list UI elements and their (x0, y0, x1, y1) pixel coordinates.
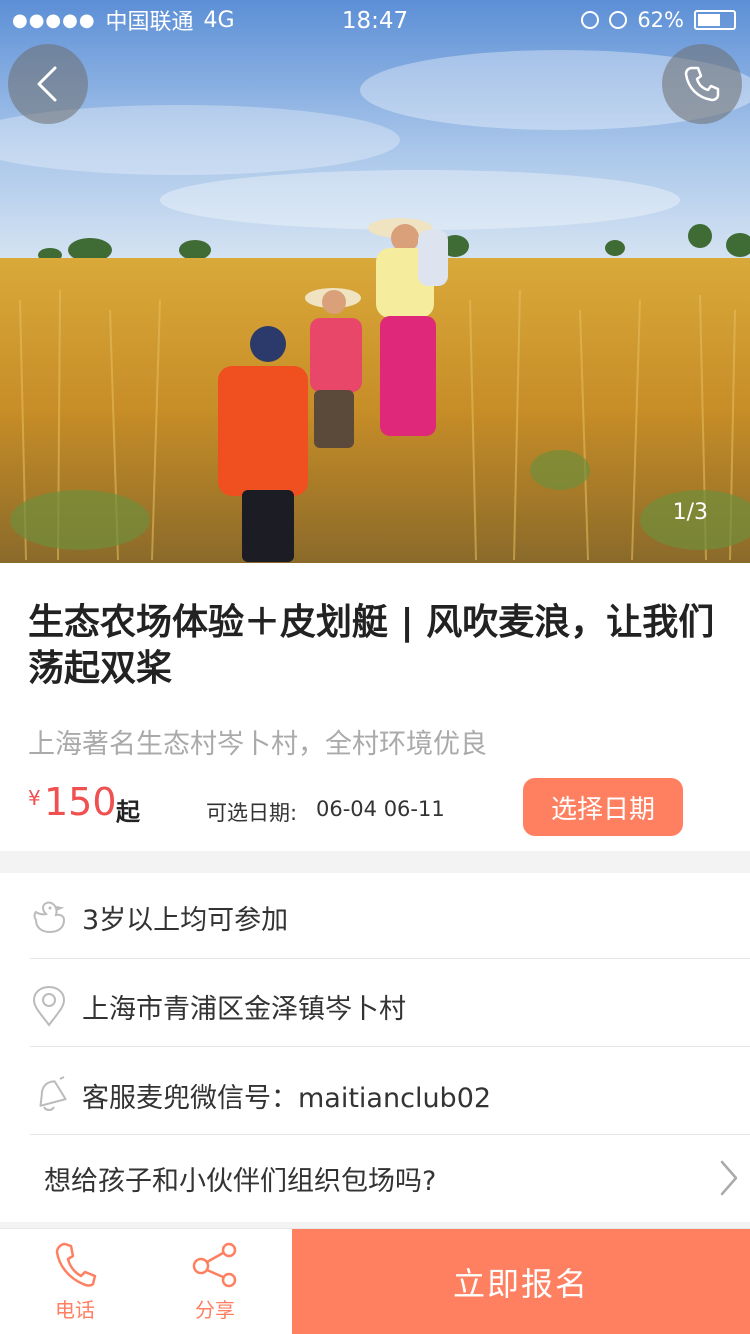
back-button[interactable] (8, 44, 88, 124)
available-dates-value: 06-04 06-11 (316, 797, 445, 821)
age-requirement-text: 3岁以上均可参加 (82, 904, 289, 936)
bottom-action-bar: 电话 分享 立即报名 (0, 1228, 750, 1334)
wheat-field-photo (0, 0, 750, 563)
share-tab-label: 分享 (195, 1297, 235, 1322)
network-type: 4G (203, 7, 235, 33)
share-icon (192, 1242, 237, 1287)
divider (30, 958, 750, 959)
divider (30, 1046, 750, 1047)
price-currency: ¥ (28, 786, 41, 810)
activity-subtitle: 上海著名生态村岑卜村，全村环境优良 (28, 729, 487, 760)
carrier-name: 中国联通 (105, 10, 194, 35)
call-button[interactable] (662, 44, 742, 124)
available-dates-label: 可选日期: (206, 801, 298, 825)
status-bar: ●●●●● 中国联通 4G 18:47 62% (0, 0, 750, 40)
signal-strength-icon: ●●●●● (12, 9, 96, 31)
phone-icon (684, 66, 720, 102)
address-row[interactable]: 上海市青浦区金泽镇岑卜村 (30, 962, 750, 1050)
phone-tab-label: 电话 (55, 1297, 95, 1322)
alarm-icon (609, 11, 628, 29)
carousel-page-counter: 1/3 (672, 500, 708, 525)
duck-icon (30, 898, 68, 936)
private-booking-row[interactable]: 想给孩子和小伙伴们组织包场吗? (44, 1134, 750, 1222)
activity-title: 生态农场体验＋皮划艇 | 风吹麦浪，让我们荡起双桨 (28, 602, 715, 689)
location-pin-icon (30, 985, 68, 1027)
age-requirement-row: 3岁以上均可参加 (30, 873, 750, 961)
register-now-button[interactable]: 立即报名 (292, 1229, 750, 1334)
battery-percent: 62% (637, 8, 684, 32)
bell-icon (30, 1076, 68, 1114)
share-tab[interactable]: 分享 (155, 1229, 275, 1334)
price-value: 150 (44, 780, 117, 824)
price-suffix: 起 (116, 798, 140, 826)
private-booking-text: 想给孩子和小伙伴们组织包场吗? (44, 1165, 437, 1197)
hero-image-carousel[interactable]: ●●●●● 中国联通 4G 18:47 62% 1/3 (0, 0, 750, 563)
customer-service-row[interactable]: 客服麦兜微信号：maitianclub02 (30, 1051, 750, 1139)
section-separator (0, 851, 750, 873)
orientation-lock-icon (581, 11, 600, 29)
phone-tab[interactable]: 电话 (15, 1229, 135, 1334)
phone-icon (55, 1242, 97, 1287)
price-row: ¥ 150 起 可选日期: 06-04 06-11 选择日期 (28, 778, 722, 838)
select-date-button[interactable]: 选择日期 (523, 778, 683, 836)
customer-service-text: 客服麦兜微信号：maitianclub02 (82, 1082, 492, 1114)
chevron-right-icon (720, 1160, 738, 1196)
battery-icon (694, 10, 736, 30)
chevron-left-icon (37, 66, 57, 102)
address-text: 上海市青浦区金泽镇岑卜村 (82, 993, 406, 1025)
